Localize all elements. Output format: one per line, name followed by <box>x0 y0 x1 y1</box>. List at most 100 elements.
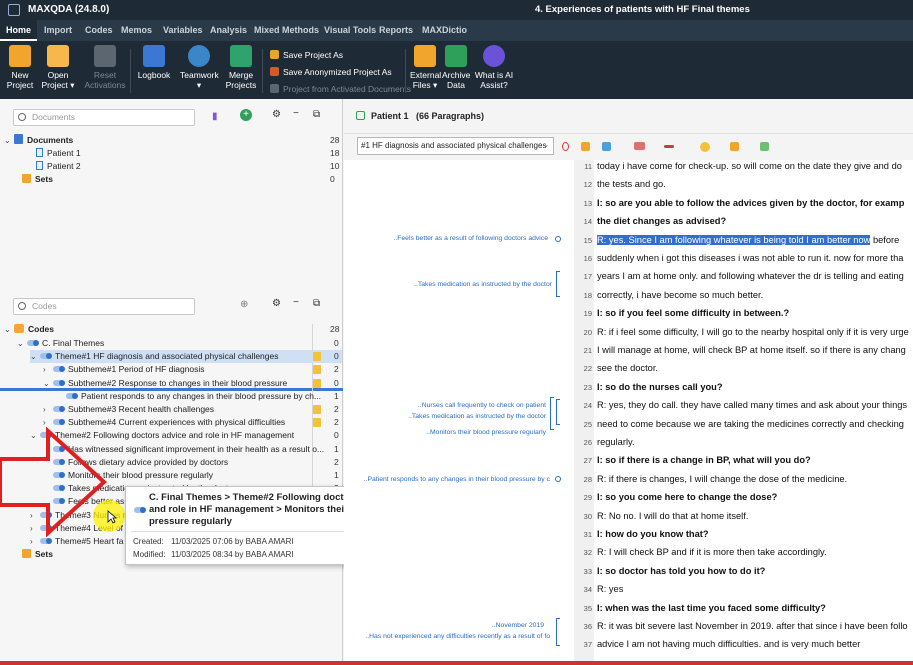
open-project-button[interactable]: Open Project ▾ <box>40 45 76 90</box>
paragraph[interactable]: I: how do you know that? <box>597 529 709 539</box>
paragraph[interactable]: suddenly when i got this diseases i was … <box>597 253 903 263</box>
emoticode-icon[interactable] <box>700 142 710 152</box>
minimize-icon[interactable]: − <box>293 297 299 308</box>
paragraph[interactable]: I: so if you feel some difficulty in bet… <box>597 308 789 318</box>
paragraph[interactable]: advice I am not having much difficulties… <box>597 639 860 649</box>
document-item[interactable]: Patient 1 18 <box>36 147 342 160</box>
paragraph[interactable]: I: so doctor has told you how to do it? <box>597 566 765 576</box>
maximize-icon[interactable]: ⧉ <box>313 298 320 309</box>
paragraph[interactable]: regularly. <box>597 437 635 447</box>
paragraph[interactable]: R: it was bit severe last November in 20… <box>597 621 908 631</box>
memo-icon[interactable] <box>313 418 321 428</box>
coding-stripe-label[interactable]: ..Takes medication as instructed by the … <box>408 413 546 420</box>
gear-icon[interactable]: ⚙ <box>272 109 281 120</box>
gear-icon[interactable]: ⚙ <box>272 298 281 309</box>
codes-search-input[interactable]: Codes <box>13 298 195 315</box>
paragraph[interactable]: R: yes <box>597 584 623 594</box>
code-row[interactable]: ⌄ C. Final Themes 0 <box>17 337 342 350</box>
code-row[interactable]: › Subtheme#3 Recent health challenges 2 <box>43 403 342 416</box>
merge-projects-button[interactable]: Merge Projects <box>225 45 257 90</box>
highlighter-icon[interactable] <box>664 145 674 148</box>
tab-reports[interactable]: Reports <box>373 20 419 41</box>
code-row[interactable]: ⌄ Theme#1 HF diagnosis and associated phy… <box>30 350 342 364</box>
logbook-button[interactable]: Logbook <box>137 45 171 80</box>
code-row[interactable]: ⌄ Subtheme#2 Response to changes in their… <box>43 377 342 390</box>
tab-mixed-methods[interactable]: Mixed Methods <box>248 20 325 41</box>
coding-stripe-label[interactable]: ..Monitors their blood pressure regularl… <box>426 429 546 436</box>
quick-code-dropdown[interactable]: #1 HF diagnosis and associated physical … <box>357 137 554 155</box>
memo-icon[interactable] <box>313 378 321 388</box>
paragraph[interactable]: the tests and go. <box>597 179 666 189</box>
tab-variables[interactable]: Variables <box>157 20 209 41</box>
code-highlight-icon[interactable] <box>562 142 569 151</box>
chevron-down-icon[interactable]: ⌄ <box>17 337 27 350</box>
codes-root[interactable]: ⌄ Codes 28 <box>4 323 342 336</box>
tab-home[interactable]: Home <box>0 20 38 41</box>
coding-stripe-label[interactable]: ..Nurses call frequently to check on pat… <box>418 402 546 409</box>
memo-icon[interactable] <box>313 365 321 375</box>
paragraph[interactable]: I: so are you able to follow the advices… <box>597 198 904 208</box>
code-marker-icon[interactable] <box>555 476 561 482</box>
ai-assist-button[interactable]: What is AI Assist? <box>474 45 514 90</box>
chevron-down-icon[interactable]: ⌄ <box>30 350 40 363</box>
tab-import[interactable]: Import <box>38 20 78 41</box>
archive-data-button[interactable]: Archive Data <box>442 45 470 90</box>
document-item[interactable]: Patient 2 10 <box>36 160 342 173</box>
paragraph[interactable]: R: if there is changes, I will change th… <box>597 474 847 484</box>
code-with-color-icon[interactable] <box>634 142 645 150</box>
code-row[interactable]: › Subtheme#1 Period of HF diagnosis 2 <box>43 363 342 376</box>
save-project-as-button[interactable]: Save Project As <box>270 50 343 60</box>
code-with-new-code-icon[interactable] <box>581 142 590 151</box>
memo-icon[interactable] <box>313 352 321 362</box>
coding-stripe-label[interactable]: ..Has not experienced any difficulties r… <box>365 633 550 640</box>
paragraph[interactable]: see the doctor. <box>597 363 658 373</box>
coding-stripe-bracket[interactable] <box>556 399 560 425</box>
memo-icon[interactable] <box>313 405 321 414</box>
code-row[interactable]: Patient responds to any changes in their… <box>56 390 342 403</box>
new-code-icon[interactable]: ⊕ <box>240 299 248 310</box>
chevron-right-icon[interactable]: › <box>43 363 53 376</box>
paragraph[interactable]: R: I will check BP and if it is more the… <box>597 547 827 557</box>
teamwork-button[interactable]: Teamwork ▾ <box>180 45 219 90</box>
chevron-down-icon[interactable]: ⌄ <box>43 377 53 390</box>
paragraph[interactable]: the diet changes as advised? <box>597 216 726 226</box>
maximize-icon[interactable]: ⧉ <box>313 109 320 120</box>
paragraph[interactable]: I will manage at home, will check BP at … <box>597 345 906 355</box>
documents-root[interactable]: ⌄ Documents 28 <box>4 134 342 147</box>
paragraph[interactable]: R: if i feel some difficulty, I will go … <box>597 327 909 337</box>
paragraph[interactable]: years I am at home only. and following w… <box>597 271 904 281</box>
coding-stripe-label[interactable]: ..Takes medication as instructed by the … <box>414 281 552 288</box>
paragraph[interactable]: I: so do the nurses call you? <box>597 382 723 392</box>
paragraph[interactable]: R: yes. Since I am following whatever is… <box>597 234 899 245</box>
external-files-button[interactable]: External Files ▾ <box>410 45 441 90</box>
chevron-right-icon[interactable]: › <box>43 403 53 416</box>
new-document-icon[interactable]: ▮ <box>212 111 218 122</box>
paragraph[interactable]: R: yes, they do call. they have called m… <box>597 400 907 410</box>
coding-stripe-label[interactable]: ..November 2019 <box>492 622 544 629</box>
coding-stripe-label[interactable]: ..Patient responds to any changes in the… <box>364 476 550 483</box>
chevron-down-icon[interactable]: ⌄ <box>4 323 14 336</box>
project-from-activated-button[interactable]: Project from Activated Documents <box>270 84 411 94</box>
code-marker-icon[interactable] <box>555 236 561 242</box>
paragraph[interactable]: need to come because we are taking the m… <box>597 419 904 429</box>
new-project-button[interactable]: New Project <box>6 45 34 90</box>
tab-codes[interactable]: Codes <box>79 20 119 41</box>
tab-analysis[interactable]: Analysis <box>204 20 253 41</box>
minimize-icon[interactable]: − <box>293 108 299 119</box>
coding-stripe-bracket[interactable] <box>556 618 560 646</box>
coding-stripe-label[interactable]: ..Feels better as a result of following … <box>393 235 548 242</box>
add-icon[interactable]: + <box>240 109 252 121</box>
coding-stripe-bracket[interactable] <box>556 271 560 297</box>
edit-icon[interactable] <box>356 111 365 120</box>
paragraph[interactable]: correctly, i have become so much better. <box>597 290 763 300</box>
documents-search-input[interactable]: Documents <box>13 109 195 126</box>
tab-memos[interactable]: Memos <box>115 20 158 41</box>
memo-icon[interactable] <box>730 142 739 151</box>
coding-stripe-bracket[interactable] <box>550 397 554 430</box>
tab-maxdictio[interactable]: MAXDictio <box>416 20 473 41</box>
paragraph[interactable]: I: so you come here to change the dose? <box>597 492 777 502</box>
reset-activations-button[interactable]: Reset Activations <box>84 45 126 90</box>
save-anonymized-button[interactable]: Save Anonymized Project As <box>270 67 392 77</box>
paragraph[interactable]: I: when was the last time you faced some… <box>597 603 826 613</box>
chevron-down-icon[interactable]: ⌄ <box>4 134 14 147</box>
